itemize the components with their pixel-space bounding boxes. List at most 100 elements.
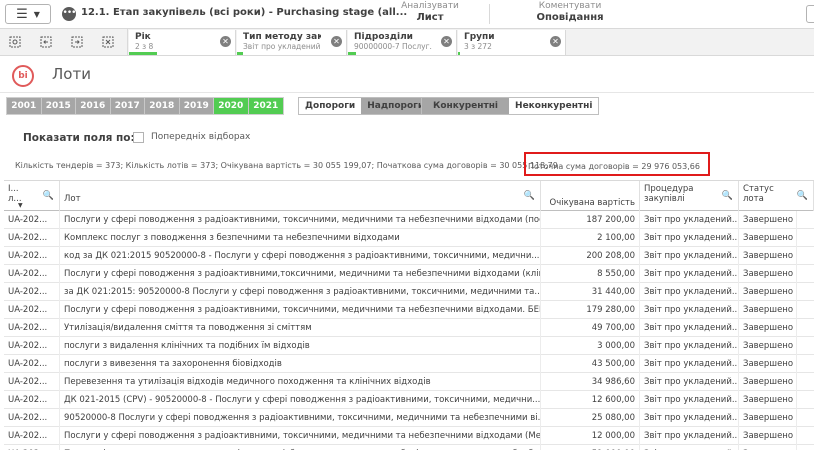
year-button-2018[interactable]: 2018 (145, 98, 180, 114)
selection-chip-groups[interactable]: Групи 3 з 272 ✕ (458, 30, 566, 55)
cell-expected-value[interactable]: 34 986,60 (541, 373, 640, 391)
column-header-procedure[interactable]: Процедура закупівлі 🔍 (640, 181, 739, 211)
selection-chip-year[interactable]: Рік 2 з 8 ✕ (129, 30, 236, 55)
cell-id[interactable]: UA-202... (4, 373, 60, 391)
table-row[interactable]: UA-202...Послуги із поводження з медични… (4, 445, 814, 450)
noncompetitive-button[interactable]: Неконкурентні (509, 98, 599, 114)
toolbar-overflow-button[interactable] (806, 5, 814, 23)
close-icon[interactable]: ✕ (220, 36, 231, 47)
cell-lot[interactable]: послуги з видалення клінічних та подібни… (60, 337, 541, 355)
cell-status[interactable]: Завершено (739, 409, 797, 427)
cell-id[interactable]: UA-202... (4, 211, 60, 229)
cell-id[interactable]: UA-202... (4, 229, 60, 247)
cell-status[interactable]: Завершено (739, 319, 797, 337)
cell-procedure[interactable]: Звіт про укладений... (640, 283, 739, 301)
cell-lot[interactable]: ДК 021-2015 (CPV) - 90520000-8 - Послуги… (60, 391, 541, 409)
table-row[interactable]: UA-202... код за ДК 021:2015 90520000-8 -… (4, 247, 814, 265)
column-header-lot[interactable]: Лот 🔍 (60, 181, 541, 211)
more-options-icon[interactable]: ••• (62, 7, 76, 21)
cell-status[interactable]: Завершено (739, 229, 797, 247)
close-icon[interactable]: ✕ (441, 36, 452, 47)
table-row[interactable]: UA-202... Послуги у сфері поводження з ра… (4, 301, 814, 319)
cell-expected-value[interactable]: 8 550,00 (541, 265, 640, 283)
cell-procedure[interactable]: Звіт про укладений... (640, 409, 739, 427)
cell-lot[interactable]: код за ДК 021:2015 90520000-8 - Послуги … (60, 247, 541, 265)
step-back-icon[interactable] (35, 33, 57, 51)
cell-status[interactable]: Завершено (739, 247, 797, 265)
selection-chip-method-type[interactable]: Тип методу заку... Звіт про укладений ..… (237, 30, 347, 55)
cell-procedure[interactable]: Звіт про укладений... (640, 355, 739, 373)
cell-expected-value[interactable]: 49 700,00 (541, 319, 640, 337)
tab-analyze[interactable]: Аналізувати Лист (380, 0, 480, 28)
cell-id[interactable]: UA-202... (4, 391, 60, 409)
cell-lot[interactable]: Перевезення та утилізація відходів медич… (60, 373, 541, 391)
column-header-id[interactable]: І... л... 🔍 ▼ (4, 181, 60, 211)
table-row[interactable]: UA-202... Послуги у сфері поводження з ра… (4, 211, 814, 229)
selections-tool-icon[interactable] (4, 33, 26, 51)
cell-lot[interactable]: Послуги у сфері поводження з радіоактивн… (60, 301, 541, 319)
search-icon[interactable]: 🔍 (43, 191, 54, 201)
cell-procedure[interactable]: Звіт про укладений... (640, 337, 739, 355)
cell-id[interactable]: UA-202... (4, 265, 60, 283)
cell-expected-value[interactable]: 43 500,00 (541, 355, 640, 373)
cell-status[interactable]: Завершено (739, 283, 797, 301)
table-row[interactable]: UA-202... Послуги у сфері поводження з ра… (4, 427, 814, 445)
cell-status[interactable]: Завершено (739, 391, 797, 409)
cell-procedure[interactable]: Звіт про укладений... (640, 427, 739, 445)
selection-chip-departments[interactable]: Підрозділи 90000000-7 Послуг... ✕ (348, 30, 457, 55)
cell-lot[interactable]: Послуги у сфері поводження з радіоактивн… (60, 211, 541, 229)
table-row[interactable]: UA-202... 90520000-8 Послуги у сфері пово… (4, 409, 814, 427)
below-threshold-button[interactable]: Допороги (299, 98, 362, 114)
table-row[interactable]: UA-202... послуги з видалення клінічних т… (4, 337, 814, 355)
year-button-2017[interactable]: 2017 (111, 98, 145, 114)
cell-procedure[interactable]: Звіт про укладений... (640, 391, 739, 409)
table-row[interactable]: UA-202... за ДК 021:2015: 90520000-8 Посл… (4, 283, 814, 301)
search-icon[interactable]: 🔍 (722, 191, 733, 201)
main-menu-button[interactable]: ☰ ▼ (5, 4, 51, 24)
step-forward-icon[interactable] (66, 33, 88, 51)
cell-id[interactable]: UA-202... (4, 355, 60, 373)
cell-procedure[interactable]: Звіт про укладений... (640, 373, 739, 391)
tab-narrate[interactable]: Коментувати Оповідання (500, 0, 640, 28)
cell-expected-value[interactable]: 12 000,00 (541, 427, 640, 445)
search-icon[interactable]: 🔍 (524, 191, 535, 201)
cell-id[interactable]: UA-202... (4, 283, 60, 301)
cell-status[interactable]: Завершено (739, 427, 797, 445)
cell-status[interactable]: Завершено (739, 355, 797, 373)
search-icon[interactable]: 🔍 (797, 191, 808, 201)
year-button-2001[interactable]: 2001 (7, 98, 42, 114)
year-button-2021[interactable]: 2021 (248, 98, 283, 114)
cell-expected-value[interactable]: 25 080,00 (541, 409, 640, 427)
year-button-2020[interactable]: 2020 (214, 98, 249, 114)
cell-procedure[interactable]: Звіт про укладений... (640, 301, 739, 319)
cell-id[interactable]: UA-202... (4, 445, 60, 450)
year-button-2015[interactable]: 2015 (42, 98, 76, 114)
above-threshold-button[interactable]: Надпороги (361, 98, 431, 114)
cell-status[interactable]: Завершено (739, 337, 797, 355)
cell-id[interactable]: UA-202... (4, 427, 60, 445)
cell-id[interactable]: UA-202... (4, 337, 60, 355)
cell-expected-value[interactable]: 200 208,00 (541, 247, 640, 265)
cell-id[interactable]: UA-202... (4, 301, 60, 319)
cell-expected-value[interactable]: 179 280,00 (541, 301, 640, 319)
cell-procedure[interactable]: Звіт про укладений... (640, 319, 739, 337)
cell-status[interactable]: Завершено (739, 373, 797, 391)
cell-procedure[interactable]: Звіт про укладений... (640, 229, 739, 247)
cell-status[interactable]: Завершено (739, 211, 797, 229)
cell-id[interactable]: UA-202... (4, 247, 60, 265)
cell-expected-value[interactable]: 3 000,00 (541, 337, 640, 355)
cell-procedure[interactable]: Звіт про укладений... (640, 247, 739, 265)
cell-status[interactable]: Завершено (739, 301, 797, 319)
cell-status[interactable]: Завершено (739, 445, 797, 450)
cell-expected-value[interactable]: 187 200,00 (541, 211, 640, 229)
close-icon[interactable]: ✕ (550, 36, 561, 47)
cell-lot[interactable]: Послуги у сфері поводження з радіоактивн… (60, 265, 541, 283)
table-row[interactable]: UA-202... Послуги у сфері поводження з ра… (4, 265, 814, 283)
cell-lot[interactable]: Утилізація/видалення сміття та поводженн… (60, 319, 541, 337)
cell-procedure[interactable]: Звіт про укладений... (640, 211, 739, 229)
previous-selections-label[interactable]: Попередніх відборах (151, 132, 250, 142)
cell-lot[interactable]: за ДК 021:2015: 90520000-8 Послуги у сфе… (60, 283, 541, 301)
table-row[interactable]: UA-202... Утилізація/видалення сміття та … (4, 319, 814, 337)
cell-status[interactable]: Завершено (739, 265, 797, 283)
cell-lot[interactable]: послуги з вивезення та захоронення біові… (60, 355, 541, 373)
